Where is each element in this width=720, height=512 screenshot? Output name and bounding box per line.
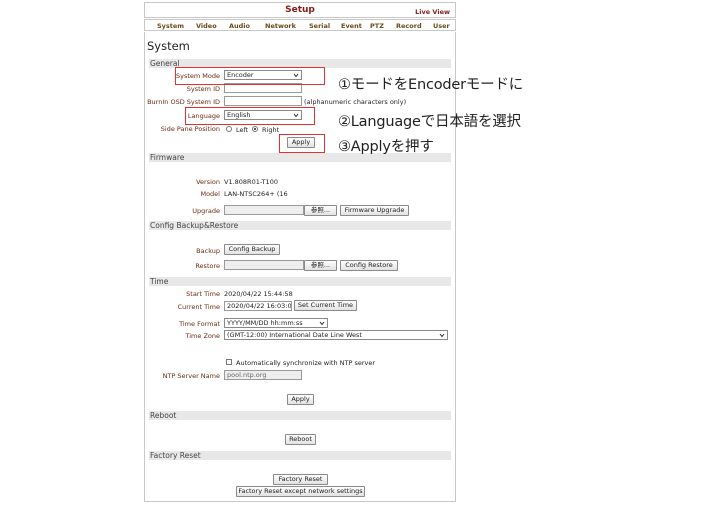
section-reboot: Reboot bbox=[149, 411, 451, 420]
annotation-step-1: ①モードをEncoderモードに bbox=[338, 77, 524, 93]
factory-reset-button[interactable]: Factory Reset bbox=[273, 474, 328, 485]
upgrade-label: Upgrade bbox=[192, 207, 220, 215]
nav-ptz[interactable]: PTZ bbox=[370, 22, 384, 30]
burnin-input[interactable] bbox=[224, 96, 302, 106]
ntp-sync-checkbox[interactable] bbox=[226, 359, 232, 365]
annotation-step-3: ③Applyを押す bbox=[338, 139, 434, 155]
start-time-value: 2020/04/22 15:44:58 bbox=[224, 290, 293, 298]
section-backup-restore: Config Backup&Restore bbox=[149, 221, 451, 230]
time-apply-button[interactable]: Apply bbox=[287, 394, 314, 405]
time-zone-value: (GMT-12:00) International Date Line West bbox=[227, 331, 362, 339]
side-right-label: Right bbox=[262, 126, 280, 134]
upgrade-browse-button[interactable]: 参照... bbox=[304, 205, 337, 216]
chevron-down-icon bbox=[439, 333, 445, 338]
start-time-label: Start Time bbox=[186, 290, 220, 298]
highlight-language bbox=[185, 107, 315, 125]
ntp-sync-label: Automatically synchronize with NTP serve… bbox=[236, 359, 376, 367]
nav-video[interactable]: Video bbox=[196, 22, 217, 30]
section-factory-reset: Factory Reset bbox=[149, 451, 451, 460]
live-view-link[interactable]: Live View bbox=[415, 8, 450, 16]
upgrade-file-input[interactable] bbox=[224, 205, 304, 215]
factory-reset-except-network-button[interactable]: Factory Reset except network settings bbox=[236, 486, 365, 497]
highlight-system-mode bbox=[175, 67, 325, 85]
time-format-label: Time Format bbox=[179, 320, 220, 328]
set-current-time-button[interactable]: Set Current Time bbox=[294, 300, 357, 311]
setup-title: Setup bbox=[285, 5, 315, 15]
page-title: System bbox=[147, 39, 190, 53]
backup-label: Backup bbox=[196, 247, 220, 255]
side-right-radio[interactable] bbox=[252, 126, 258, 132]
version-label: Version bbox=[196, 178, 220, 186]
time-zone-label: Time Zone bbox=[185, 332, 220, 340]
annotation-step-2: ②Languageで日本語を選択 bbox=[338, 114, 521, 130]
burnin-label: BurnIn OSD System ID bbox=[147, 98, 220, 106]
nav-serial[interactable]: Serial bbox=[309, 22, 330, 30]
side-left-radio[interactable] bbox=[226, 126, 232, 132]
nav-event[interactable]: Event bbox=[341, 22, 362, 30]
config-restore-button[interactable]: Config Restore bbox=[340, 260, 398, 271]
model-value: LAN-NTSC264+ (16 bbox=[224, 190, 288, 198]
model-label: Model bbox=[200, 190, 220, 198]
time-format-value: YYYY/MM/DD hh:mm:ss bbox=[227, 319, 303, 327]
system-id-label: System ID bbox=[186, 85, 220, 93]
nav-network[interactable]: Network bbox=[265, 22, 296, 30]
ntp-server-label: NTP Server Name bbox=[162, 372, 220, 380]
side-left-label: Left bbox=[236, 126, 249, 134]
restore-file-input[interactable] bbox=[224, 260, 304, 270]
version-value: V1.808R01-T100 bbox=[224, 178, 278, 186]
nav-record[interactable]: Record bbox=[396, 22, 422, 30]
highlight-apply bbox=[279, 134, 325, 153]
nav-audio[interactable]: Audio bbox=[229, 22, 250, 30]
time-format-select[interactable]: YYYY/MM/DD hh:mm:ss bbox=[224, 318, 328, 328]
side-pane-label: Side Pane Position bbox=[160, 125, 220, 133]
restore-browse-button[interactable]: 参照... bbox=[304, 260, 337, 271]
firmware-upgrade-button[interactable]: Firmware Upgrade bbox=[340, 205, 409, 216]
time-zone-select[interactable]: (GMT-12:00) International Date Line West bbox=[224, 330, 448, 340]
nav-user[interactable]: User bbox=[433, 22, 450, 30]
nav-system[interactable]: System bbox=[157, 22, 184, 30]
chevron-down-icon bbox=[319, 321, 325, 326]
system-panel: System General System Mode Encoder Syste… bbox=[144, 32, 456, 502]
config-backup-button[interactable]: Config Backup bbox=[224, 244, 280, 255]
current-time-input[interactable]: 2020/04/22 16:03:00 bbox=[224, 301, 292, 311]
ntp-server-input[interactable]: pool.ntp.org bbox=[224, 370, 302, 380]
reboot-button[interactable]: Reboot bbox=[285, 434, 316, 445]
section-time: Time bbox=[149, 277, 451, 286]
burnin-hint: (alphanumeric characters only) bbox=[304, 98, 407, 106]
current-time-label: Current Time bbox=[177, 303, 220, 311]
setup-header: Setup Live View bbox=[144, 2, 456, 18]
restore-label: Restore bbox=[195, 262, 220, 270]
nav-bar: System Video Audio Network Serial Event … bbox=[144, 19, 456, 31]
